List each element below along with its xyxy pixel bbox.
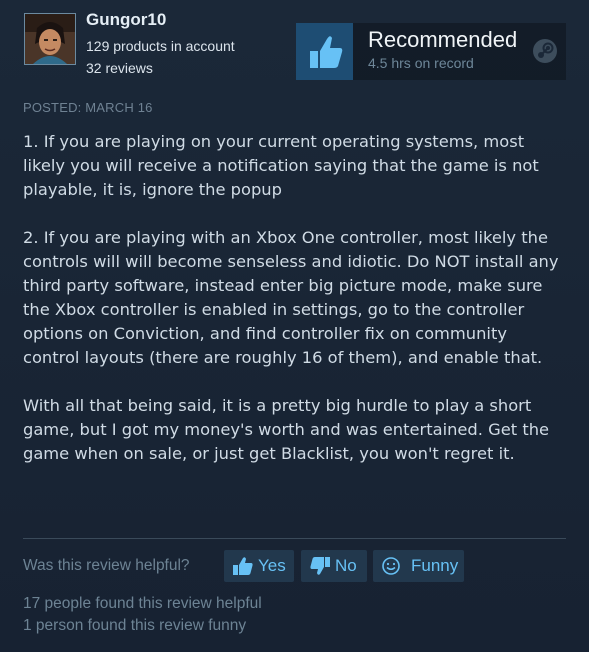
avatar[interactable] xyxy=(24,13,76,65)
vote-funny-button[interactable]: Funny xyxy=(373,550,464,582)
helpful-question: Was this review helpful? xyxy=(23,557,190,574)
author-username[interactable]: Gungor10 xyxy=(86,10,166,30)
review-paragraph: With all that being said, it is a pretty… xyxy=(23,396,550,463)
thumbs-up-icon xyxy=(233,557,253,575)
vote-no-label: No xyxy=(335,556,357,575)
review-card: Gungor10 129 products in account 32 revi… xyxy=(0,0,589,652)
recommendation-verdict: Recommended xyxy=(368,27,518,52)
avatar-image xyxy=(25,14,75,64)
review-paragraph: 1. If you are playing on your current op… xyxy=(23,132,539,199)
posted-date: POSTED: MARCH 16 xyxy=(23,100,153,115)
author-reviews-count[interactable]: 32 reviews xyxy=(86,60,153,76)
review-paragraph: 2. If you are playing with an Xbox One c… xyxy=(23,228,559,367)
funny-count: 1 person found this review funny xyxy=(23,617,247,634)
divider xyxy=(23,538,566,539)
thumbs-down-icon xyxy=(310,557,330,575)
hours-on-record: 4.5 hrs on record xyxy=(368,55,474,71)
vote-funny-label: Funny xyxy=(411,556,459,575)
smiley-icon xyxy=(382,557,400,575)
vote-no-button[interactable]: No xyxy=(301,550,367,582)
review-body: 1. If you are playing on your current op… xyxy=(23,130,568,490)
author-products-count[interactable]: 129 products in account xyxy=(86,38,235,54)
steam-icon xyxy=(533,39,557,63)
vote-yes-label: Yes xyxy=(258,556,286,575)
thumbs-up-icon xyxy=(296,23,353,80)
helpful-count: 17 people found this review helpful xyxy=(23,595,262,612)
vote-yes-button[interactable]: Yes xyxy=(224,550,294,582)
recommendation-box[interactable]: Recommended 4.5 hrs on record xyxy=(296,23,566,80)
